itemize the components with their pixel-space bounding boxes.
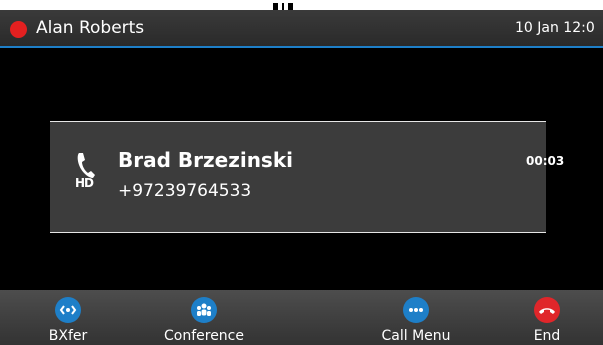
presence-status-icon: [10, 21, 27, 38]
status-bar: Alan Roberts 10 Jan 12:0: [0, 10, 603, 48]
blind-transfer-icon: [55, 297, 81, 323]
end-label: End: [533, 328, 561, 344]
bxfer-label: BXfer: [48, 328, 88, 344]
hd-audio-icon: HD: [75, 176, 94, 190]
softkey-bar: BXfer Conference Call Menu End: [0, 290, 603, 345]
call-duration: 00:03: [526, 154, 565, 168]
caller-name: Brad Brzezinski: [118, 148, 293, 172]
bxfer-softkey[interactable]: BXfer: [8, 290, 128, 345]
conference-icon: [191, 297, 217, 323]
active-call-card[interactable]: HD Brad Brzezinski +97239764533 00:03: [50, 121, 564, 233]
call-menu-label: Call Menu: [381, 328, 451, 344]
conference-label: Conference: [163, 328, 244, 344]
top-bezel: [0, 0, 603, 10]
conference-softkey[interactable]: Conference: [144, 290, 264, 345]
more-icon: [403, 297, 429, 323]
line-user-name[interactable]: Alan Roberts: [36, 18, 144, 38]
bezel-grip-icon: [273, 3, 293, 10]
end-call-icon: [534, 297, 560, 323]
call-menu-softkey[interactable]: Call Menu: [356, 290, 476, 345]
status-datetime: 10 Jan 12:0: [515, 20, 595, 36]
phone-screen: Alan Roberts 10 Jan 12:0 HD Brad Brzezin…: [0, 0, 603, 345]
end-softkey[interactable]: End: [487, 290, 603, 345]
caller-number: +97239764533: [118, 181, 252, 201]
